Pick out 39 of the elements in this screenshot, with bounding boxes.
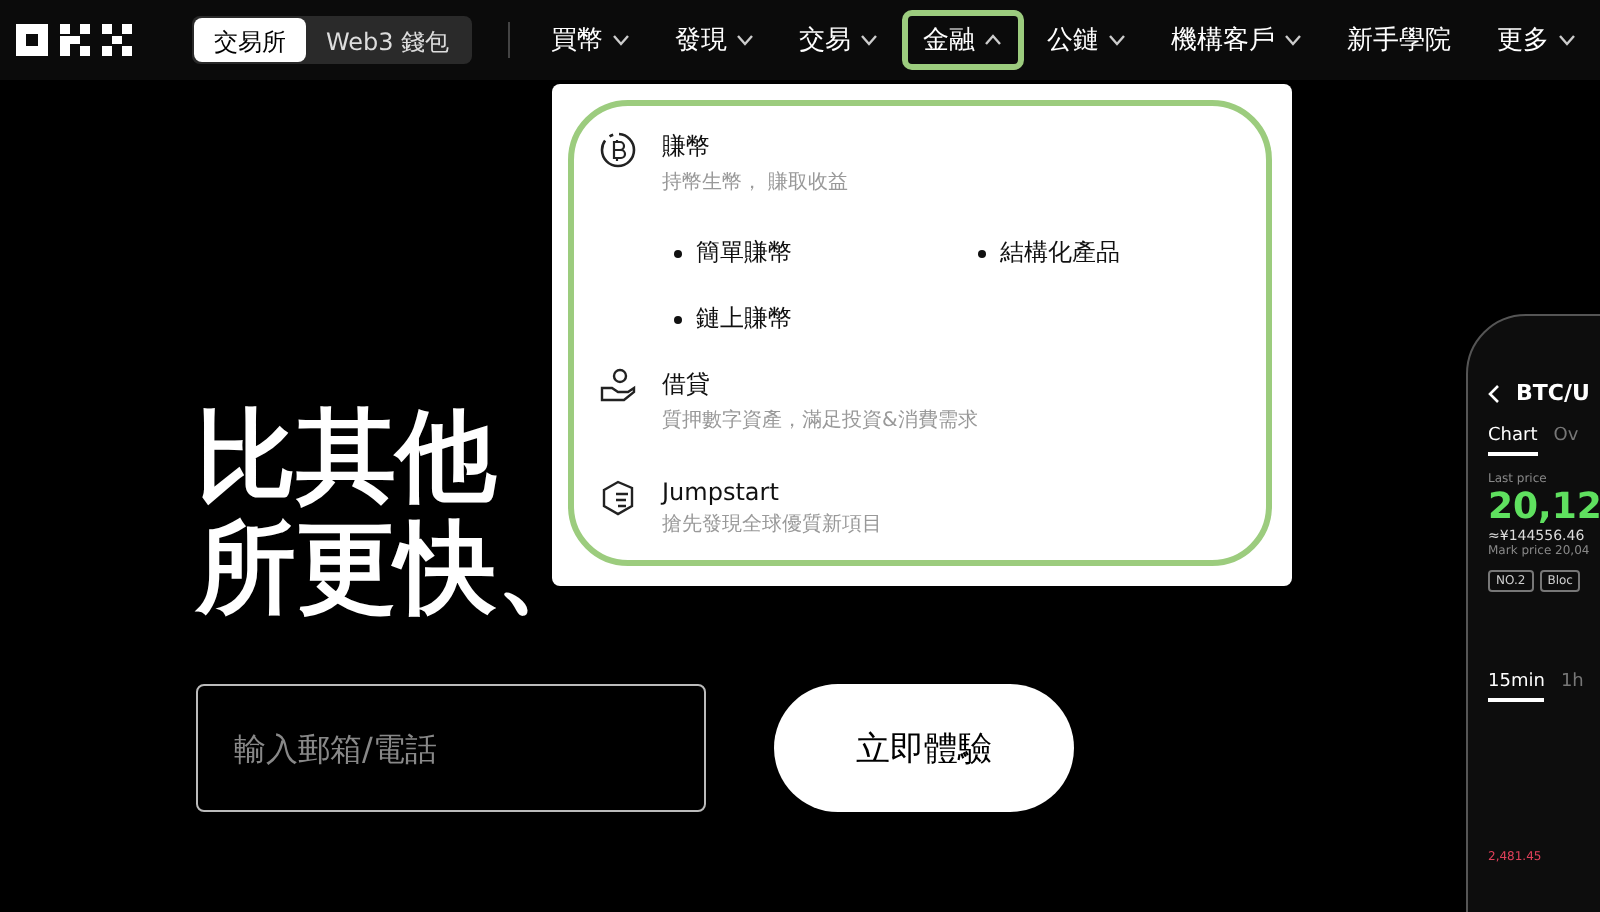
coin-icon [598, 130, 638, 170]
price-value: 20,12 [1488, 486, 1600, 528]
interval-tab[interactable]: 15min [1488, 672, 1545, 702]
nav-item[interactable]: 新手學院 [1325, 10, 1474, 70]
menu-item-title[interactable]: Jumpstart [662, 478, 882, 506]
chevron-down-icon [735, 34, 754, 46]
mode-tab[interactable]: 交易所 [194, 18, 306, 62]
hero-heading: 所更快、 [196, 512, 596, 624]
submenu-link[interactable]: 簡單賺幣 [674, 236, 978, 270]
chevron-down-icon [1107, 34, 1126, 46]
submenu-link[interactable]: 鏈上賺幣 [674, 302, 978, 336]
chart-tab[interactable]: Ov [1553, 426, 1579, 456]
menu-item-title[interactable]: 賺幣 [662, 130, 849, 164]
nav-item[interactable]: 交易 [777, 10, 900, 70]
hand-coin-icon [598, 368, 638, 404]
menu-item-subtitle: 持幣生幣， 賺取收益 [662, 169, 849, 196]
try-now-button[interactable]: 立即體驗 [774, 684, 1074, 812]
nav-item[interactable]: 買幣 [529, 10, 652, 70]
mode-tab[interactable]: Web3 錢包 [306, 18, 470, 62]
chevron-down-icon [1557, 34, 1576, 46]
submenu-link[interactable]: 結構化產品 [978, 236, 1238, 270]
menu-item-title[interactable]: 借貸 [662, 368, 978, 402]
back-icon[interactable] [1488, 383, 1500, 403]
email-phone-field[interactable]: 輸入郵箱/電話 [196, 684, 706, 812]
nav-item[interactable]: 公鏈 [1025, 10, 1148, 70]
menu-item-subtitle: 搶先發現全球優質新項目 [662, 511, 882, 538]
interval-tab[interactable]: 1h [1560, 672, 1584, 702]
hero-heading: 比其他 [196, 400, 496, 512]
nav-item[interactable]: 更多 [1475, 10, 1598, 70]
chevron-down-icon [611, 34, 630, 46]
nav-item[interactable]: 金融 [901, 10, 1024, 70]
nav-item[interactable]: 發現 [653, 10, 776, 70]
menu-item-subtitle: 質押數字資產，滿足投資&消費需求 [662, 407, 978, 434]
nav-item[interactable]: 機構客戶 [1149, 10, 1324, 70]
chevron-up-icon [983, 34, 1002, 46]
chevron-down-icon [859, 34, 878, 46]
pair-title: BTC/U [1516, 380, 1590, 406]
chart-tab[interactable]: Chart [1488, 426, 1538, 456]
chevron-down-icon [1283, 34, 1302, 46]
